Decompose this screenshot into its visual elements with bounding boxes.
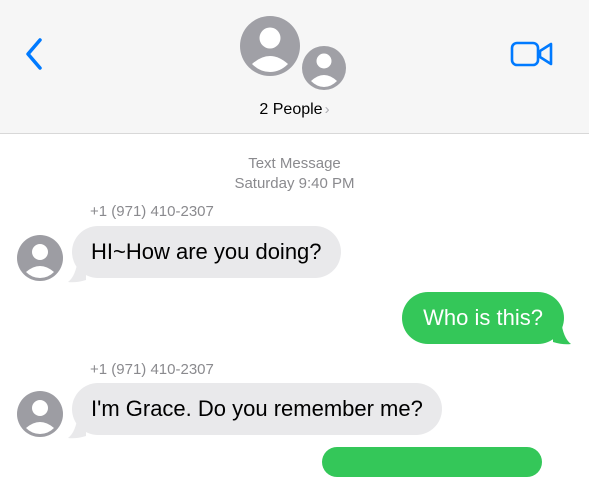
group-name-label: 2 People [259,101,323,118]
group-name-button[interactable]: 2 People › [0,101,589,119]
chevron-right-icon: › [324,101,330,118]
sender-label: +1 (971) 410-2307 [90,361,214,378]
contact-avatar-icon [240,16,300,76]
back-button[interactable] [20,36,50,72]
service-label: Text Message [248,155,341,172]
message-text: Who is this? [423,305,543,330]
message-bubble-outgoing[interactable] [322,447,542,477]
message-bubble-incoming[interactable]: HI~How are you doing? [72,226,341,278]
timestamp-label: Saturday 9:40 PM [234,175,355,192]
contact-avatar-icon[interactable] [17,391,63,437]
group-avatar[interactable] [240,16,350,96]
message-bubble-outgoing[interactable]: Who is this? [402,292,564,344]
video-camera-icon [510,41,553,67]
contact-avatar-icon [300,44,348,92]
chevron-left-icon [26,38,42,70]
sender-label: +1 (971) 410-2307 [90,203,214,220]
message-text: HI~How are you doing? [91,239,322,264]
video-call-button[interactable] [510,39,554,69]
conversation-header: 2 People › [0,0,589,134]
message-bubble-incoming[interactable]: I'm Grace. Do you remember me? [72,383,442,435]
contact-avatar-icon[interactable] [17,235,63,281]
message-text: I'm Grace. Do you remember me? [91,396,423,421]
